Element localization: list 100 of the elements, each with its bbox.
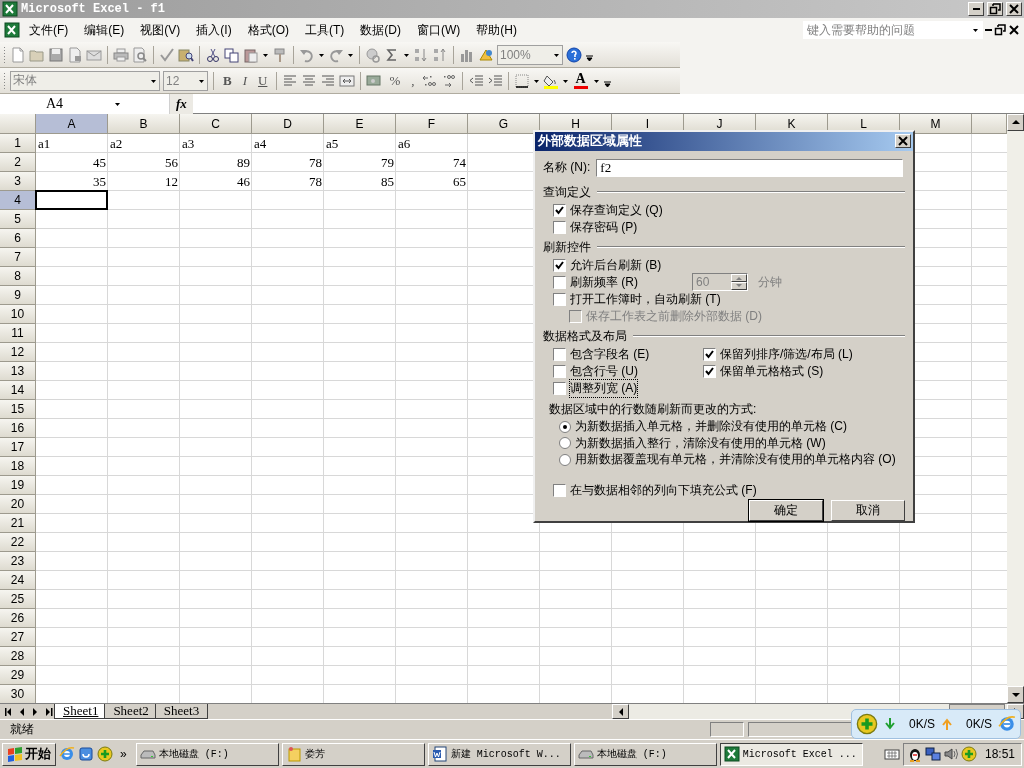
row-header[interactable]: 13: [0, 362, 36, 381]
row-header[interactable]: 21: [0, 514, 36, 533]
help-search-field[interactable]: 键入需要帮助的问题: [803, 21, 983, 39]
column-header[interactable]: A: [36, 114, 108, 134]
taskbar-button[interactable]: 本地磁盘 (F:): [573, 742, 717, 766]
menu-item[interactable]: 文件(F): [22, 19, 76, 41]
page-icon[interactable]: [10, 46, 26, 63]
borders-icon[interactable]: [513, 72, 530, 89]
comma-button[interactable]: ,: [407, 72, 419, 89]
row-header[interactable]: 1: [0, 134, 36, 153]
increase-indent-icon[interactable]: [486, 72, 503, 89]
row-header[interactable]: 6: [0, 229, 36, 248]
name-box[interactable]: A4: [0, 93, 170, 114]
column-header[interactable]: D: [252, 114, 324, 134]
close-button[interactable]: [1006, 2, 1022, 16]
font-field[interactable]: 宋体: [10, 70, 160, 91]
plus-circle-icon[interactable]: [960, 746, 977, 762]
row-header[interactable]: 17: [0, 438, 36, 457]
row-header[interactable]: 15: [0, 400, 36, 419]
last-sheet-icon[interactable]: [43, 705, 53, 718]
book-magnifier-icon[interactable]: [178, 46, 194, 63]
row-header[interactable]: 14: [0, 381, 36, 400]
name-field[interactable]: f2: [596, 158, 903, 177]
font-color-button[interactable]: A: [571, 72, 590, 89]
row-header[interactable]: 18: [0, 457, 36, 476]
column-header[interactable]: C: [180, 114, 252, 134]
row-header[interactable]: 11: [0, 324, 36, 343]
ie-logo-icon[interactable]: [59, 746, 75, 762]
restore-button[interactable]: [987, 2, 1003, 16]
checkbox[interactable]: [553, 275, 566, 289]
percent-button[interactable]: %: [385, 72, 405, 89]
row-header[interactable]: 20: [0, 495, 36, 514]
row-header[interactable]: 5: [0, 210, 36, 229]
taskbar-button[interactable]: Microsoft Excel ...: [719, 742, 863, 766]
column-header[interactable]: B: [108, 114, 180, 134]
start-button[interactable]: 开始: [2, 742, 56, 766]
checkbox[interactable]: [553, 292, 566, 306]
checkmark-icon[interactable]: [159, 46, 175, 63]
ie-logo-icon[interactable]: [998, 715, 1016, 733]
row-header[interactable]: 19: [0, 476, 36, 495]
minimize-button[interactable]: [968, 2, 984, 16]
row-header[interactable]: 16: [0, 419, 36, 438]
spreadsheet-icon[interactable]: [4, 22, 20, 38]
column-header[interactable]: G: [468, 114, 540, 134]
taskbar-button[interactable]: 娄芳: [281, 742, 425, 766]
checkbox[interactable]: [703, 347, 716, 361]
row-header[interactable]: 10: [0, 305, 36, 324]
menu-item[interactable]: 格式(O): [240, 19, 296, 41]
menu-item[interactable]: 窗口(W): [410, 19, 468, 41]
row-header[interactable]: 4: [0, 191, 36, 210]
row-header[interactable]: 2: [0, 153, 36, 172]
radio-button[interactable]: [559, 437, 571, 450]
speaker-icon[interactable]: [942, 746, 959, 762]
banknote-icon[interactable]: [366, 72, 383, 89]
menu-item[interactable]: 帮助(H): [469, 19, 524, 41]
network-icon[interactable]: [924, 746, 941, 762]
bold-button[interactable]: B: [219, 72, 236, 89]
select-all-corner[interactable]: [0, 114, 36, 134]
keyboard-icon[interactable]: [883, 746, 900, 762]
column-header[interactable]: M: [900, 114, 972, 134]
menu-item[interactable]: 编辑(E): [77, 19, 132, 41]
row-header[interactable]: 28: [0, 647, 36, 666]
row-header[interactable]: 7: [0, 248, 36, 267]
column-header[interactable]: F: [396, 114, 468, 134]
row-header[interactable]: 30: [0, 685, 36, 703]
checkbox[interactable]: [553, 220, 566, 234]
decrease-indent-icon[interactable]: [467, 72, 484, 89]
close-button[interactable]: [895, 134, 911, 149]
row-header[interactable]: 27: [0, 628, 36, 647]
italic-button[interactable]: I: [238, 72, 251, 89]
checkbox[interactable]: [553, 203, 566, 217]
plus-circle-icon[interactable]: [856, 713, 878, 735]
help-icon[interactable]: [566, 46, 582, 63]
next-sheet-icon[interactable]: [30, 705, 40, 718]
checkbox[interactable]: [553, 258, 566, 272]
insert-function-button[interactable]: fx: [170, 93, 193, 114]
dialog-button[interactable]: 确定: [749, 500, 823, 521]
close-icon[interactable]: [1008, 24, 1020, 36]
vertical-scrollbar[interactable]: [1007, 114, 1024, 703]
checkbox[interactable]: [553, 364, 566, 378]
row-header[interactable]: 22: [0, 533, 36, 552]
menu-item[interactable]: 工具(T): [298, 19, 352, 41]
checkbox[interactable]: [553, 381, 566, 395]
clipboard-icon[interactable]: [243, 46, 259, 63]
checkbox[interactable]: [553, 347, 566, 361]
row-header[interactable]: 24: [0, 571, 36, 590]
zoom-field[interactable]: 100%: [497, 44, 563, 65]
sheet-tab[interactable]: Sheet3: [154, 704, 209, 719]
radio-button[interactable]: [559, 453, 571, 466]
globe-link-icon[interactable]: [365, 46, 381, 63]
menu-item[interactable]: 数据(D): [353, 19, 408, 41]
taskbar-button[interactable]: 新建 Microsoft W...: [427, 742, 571, 766]
checkbox[interactable]: [553, 484, 566, 497]
align-left-icon[interactable]: [282, 72, 299, 89]
row-header[interactable]: 25: [0, 590, 36, 609]
row-header[interactable]: 9: [0, 286, 36, 305]
row-header[interactable]: 12: [0, 343, 36, 362]
app-icon[interactable]: [78, 746, 94, 762]
align-center-icon[interactable]: [301, 72, 318, 89]
merge-center-icon[interactable]: [339, 72, 356, 89]
